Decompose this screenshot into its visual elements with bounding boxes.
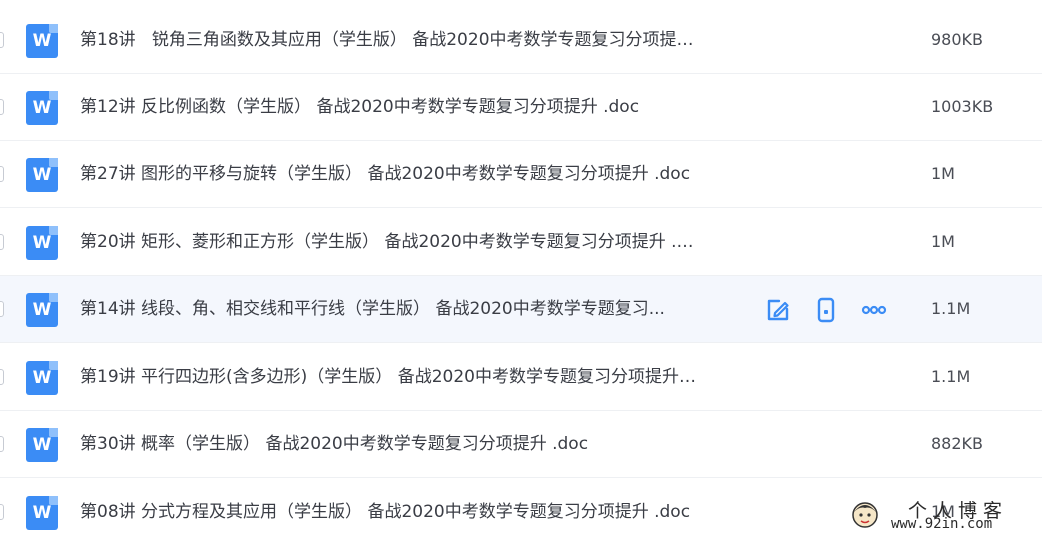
cartoon-avatar-icon (850, 500, 880, 530)
file-name[interactable]: 第12讲 反比例函数（学生版） 备战2020中考数学专题复习分项提升 .doc (80, 96, 639, 118)
file-name[interactable]: 第14讲 线段、角、相交线和平行线（学生版） 备战2020中考数学专题复习... (80, 298, 665, 320)
file-list: W 第18讲 锐角三角函数及其应用（学生版） 备战2020中考数学专题复习分项提… (0, 0, 1042, 538)
row-checkbox[interactable] (0, 166, 4, 182)
word-doc-icon: W (26, 496, 58, 530)
edit-icon[interactable] (764, 296, 792, 324)
file-size: 1M (931, 164, 955, 183)
file-size: 882KB (931, 434, 984, 453)
file-row[interactable]: W 第19讲 平行四边形(含多边形)（学生版） 备战2020中考数学专题复习分项… (0, 344, 1042, 411)
row-checkbox[interactable] (0, 301, 4, 317)
file-name[interactable]: 第18讲 锐角三角函数及其应用（学生版） 备战2020中考数学专题复习分项提升 … (80, 29, 700, 51)
row-checkbox[interactable] (0, 99, 4, 115)
file-row[interactable]: W 第12讲 反比例函数（学生版） 备战2020中考数学专题复习分项提升 .do… (0, 74, 1042, 141)
file-size: 1M (931, 232, 955, 251)
file-row[interactable]: W 第27讲 图形的平移与旋转（学生版） 备战2020中考数学专题复习分项提升 … (0, 141, 1042, 208)
file-row[interactable]: W 第30讲 概率（学生版） 备战2020中考数学专题复习分项提升 .doc 8… (0, 411, 1042, 478)
mobile-phone-icon[interactable] (812, 296, 840, 324)
row-checkbox[interactable] (0, 504, 4, 520)
word-doc-icon: W (26, 226, 58, 260)
file-name[interactable]: 第20讲 矩形、菱形和正方形（学生版） 备战2020中考数学专题复习分项提升 .… (80, 231, 700, 253)
file-size: 1003KB (931, 97, 994, 116)
file-name[interactable]: 第27讲 图形的平移与旋转（学生版） 备战2020中考数学专题复习分项提升 .d… (80, 163, 690, 185)
blog-watermark: 个人博客 www.92in.com (848, 496, 1042, 538)
row-checkbox[interactable] (0, 436, 4, 452)
file-name[interactable]: 第08讲 分式方程及其应用（学生版） 备战2020中考数学专题复习分项提升 .d… (80, 501, 690, 523)
word-doc-icon: W (26, 24, 58, 58)
file-size: 1.1M (931, 299, 971, 318)
row-checkbox[interactable] (0, 32, 4, 48)
file-row[interactable]: W 第20讲 矩形、菱形和正方形（学生版） 备战2020中考数学专题复习分项提升… (0, 209, 1042, 276)
file-size: 980KB (931, 30, 984, 49)
watermark-url: www.92in.com (891, 516, 993, 532)
word-doc-icon: W (26, 428, 58, 462)
word-doc-icon: W (26, 158, 58, 192)
file-name[interactable]: 第30讲 概率（学生版） 备战2020中考数学专题复习分项提升 .doc (80, 433, 588, 455)
file-row[interactable]: W 第18讲 锐角三角函数及其应用（学生版） 备战2020中考数学专题复习分项提… (0, 7, 1042, 74)
row-checkbox[interactable] (0, 234, 4, 250)
file-name[interactable]: 第19讲 平行四边形(含多边形)（学生版） 备战2020中考数学专题复习分项提升… (80, 366, 700, 388)
word-doc-icon: W (26, 91, 58, 125)
more-icon[interactable] (860, 296, 888, 324)
file-size: 1.1M (931, 367, 971, 386)
file-row-hovered[interactable]: W 第14讲 线段、角、相交线和平行线（学生版） 备战2020中考数学专题复习.… (0, 276, 1042, 343)
word-doc-icon: W (26, 361, 58, 395)
word-doc-icon: W (26, 293, 58, 327)
row-checkbox[interactable] (0, 369, 4, 385)
